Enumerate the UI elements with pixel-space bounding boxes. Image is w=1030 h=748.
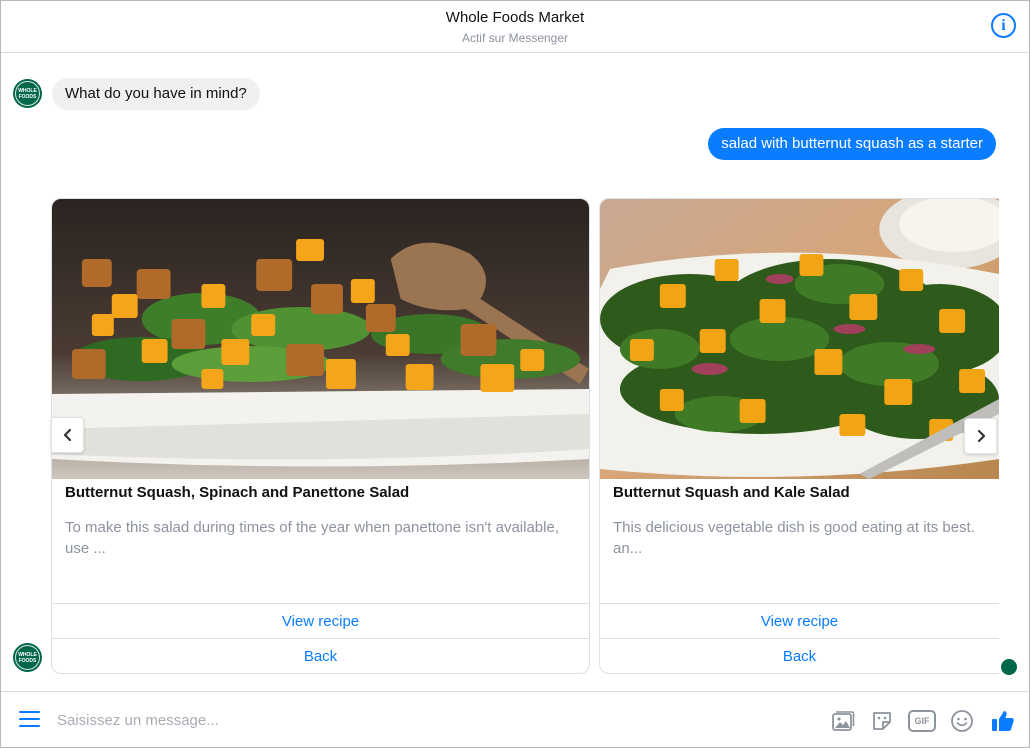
whole-foods-logo-icon: WHOLE FOODS <box>15 81 40 106</box>
conversation-title: Whole Foods Market <box>445 9 585 26</box>
chevron-right-icon <box>977 429 985 443</box>
back-button[interactable]: Back <box>52 638 589 673</box>
back-button[interactable]: Back <box>600 638 999 673</box>
bot-avatar: WHOLE FOODS <box>13 643 42 672</box>
carousel-next-button[interactable] <box>964 418 997 454</box>
thumbs-up-icon[interactable] <box>990 709 1016 733</box>
image-icon[interactable] <box>831 709 855 733</box>
chevron-left-icon <box>63 428 71 442</box>
whole-foods-logo-icon: WHOLE FOODS <box>15 645 40 670</box>
recipe-card-title: Butternut Squash and Kale Salad <box>613 484 850 501</box>
recipe-image[interactable] <box>600 199 999 479</box>
recipe-card-description: To make this salad during times of the y… <box>65 519 559 557</box>
read-receipt-avatar <box>1001 659 1017 675</box>
recipe-card: Butternut Squash and Kale Salad This del… <box>599 198 999 674</box>
message-composer: GIF <box>1 691 1029 747</box>
menu-icon[interactable] <box>19 711 40 729</box>
bot-message-bubble: What do you have in mind? <box>52 78 260 110</box>
recipe-image[interactable] <box>52 199 589 479</box>
user-message-bubble: salad with butternut squash as a starter <box>708 128 996 160</box>
view-recipe-button[interactable]: View recipe <box>600 603 999 638</box>
recipe-card-title: Butternut Squash, Spinach and Panettone … <box>65 484 410 501</box>
recipe-card-description: This delicious vegetable dish is good ea… <box>613 519 975 557</box>
messenger-window: Whole Foods Market Actif sur Messenger i… <box>0 0 1030 748</box>
conversation-header: Whole Foods Market Actif sur Messenger i <box>1 1 1029 53</box>
gif-icon[interactable]: GIF <box>908 709 936 733</box>
emoji-icon[interactable] <box>950 709 974 733</box>
sticker-icon[interactable] <box>870 709 894 733</box>
bot-avatar: WHOLE FOODS <box>13 79 42 108</box>
conversation-status: Actif sur Messenger <box>461 31 569 45</box>
info-icon[interactable]: i <box>991 13 1016 38</box>
gif-label: GIF <box>908 710 936 732</box>
message-input[interactable] <box>57 708 657 732</box>
carousel-prev-button[interactable] <box>51 417 84 453</box>
view-recipe-button[interactable]: View recipe <box>52 603 589 638</box>
recipe-card: Butternut Squash, Spinach and Panettone … <box>51 198 590 674</box>
